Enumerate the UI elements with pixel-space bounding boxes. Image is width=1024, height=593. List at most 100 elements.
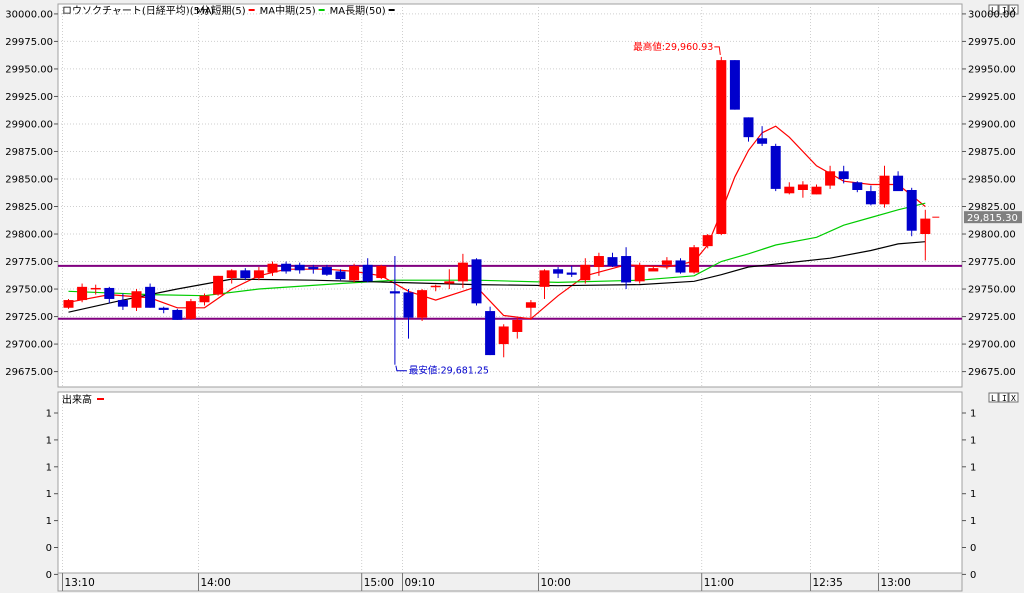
candle-body — [104, 287, 115, 299]
volume-tick-label-right: 1 — [970, 435, 976, 446]
candle-body — [417, 290, 428, 318]
y-tick-label-right: 29875.00 — [968, 147, 1016, 158]
candle-body — [172, 309, 183, 320]
y-tick-label-left: 29850.00 — [5, 174, 53, 185]
candle-body — [226, 270, 237, 279]
y-tick-label-left: 29825.00 — [5, 202, 53, 213]
x-tick-label: 09:10 — [405, 577, 435, 589]
candle-body — [131, 291, 142, 308]
volume-tick-label-left: 1 — [46, 489, 52, 500]
volume-tick-label-right: 1 — [970, 462, 976, 473]
y-tick-label-left: 29800.00 — [5, 230, 53, 241]
candle — [906, 187, 917, 237]
y-tick-label-right: 29900.00 — [968, 119, 1016, 130]
low-annotation-label: 最安値:29,681.25 — [409, 365, 489, 377]
candle-body — [729, 60, 740, 110]
candle-body — [539, 270, 550, 287]
current-price-label: 29,815.30 — [967, 213, 1018, 224]
y-tick-label-left: 29900.00 — [5, 119, 53, 130]
candle-body — [485, 311, 496, 356]
x-tick-label: 11:00 — [704, 577, 734, 589]
chart-window: ロウソクチャート(日経平均)(5分) MA短期(5) MA中期(25) MA長期(5… — [0, 0, 1024, 593]
candle — [131, 289, 142, 312]
candle-body — [893, 175, 904, 192]
legend-label-1: MA中期(25) — [260, 4, 316, 17]
candle-body — [213, 275, 224, 295]
candle-body — [661, 260, 672, 265]
candle-body — [825, 171, 836, 186]
y-tick-label-right: 29675.00 — [968, 367, 1016, 378]
candle-body — [63, 300, 74, 308]
price-plot-area[interactable] — [57, 3, 963, 388]
candle-body — [471, 259, 482, 304]
y-tick-label-left: 29700.00 — [5, 340, 53, 351]
candle-body — [389, 291, 400, 294]
y-tick-label-right: 29725.00 — [968, 312, 1016, 323]
volume-tick-label-left: 1 — [46, 462, 52, 473]
y-tick-label-left: 29775.00 — [5, 257, 53, 268]
y-tick-label-left: 30000.00 — [5, 9, 53, 20]
volume-tick-label-left: 0 — [46, 543, 52, 554]
candle-body — [757, 138, 768, 144]
candle-body — [920, 218, 931, 235]
volume-tick-label-left: 1 — [46, 435, 52, 446]
candle-body — [498, 326, 509, 345]
candle — [185, 298, 196, 320]
candle-body — [797, 184, 808, 190]
y-tick-label-right: 29975.00 — [968, 37, 1016, 48]
candle-body — [593, 256, 604, 268]
volume-plot-area[interactable] — [57, 391, 963, 574]
candle — [172, 308, 183, 320]
candle-body — [675, 260, 686, 273]
volume-panel-button-l[interactable]: L — [988, 392, 999, 403]
candle-body — [430, 285, 441, 288]
candle-body — [852, 182, 863, 190]
candle-body — [77, 286, 88, 301]
candle-body — [321, 267, 332, 275]
candle-body — [362, 264, 373, 282]
volume-panel-close-button[interactable]: X — [1008, 392, 1019, 403]
x-tick-label: 14:00 — [201, 577, 231, 589]
candle-body — [770, 145, 781, 189]
candle-body — [607, 257, 618, 266]
candle-body — [240, 270, 251, 279]
volume-title: 出来高 — [62, 393, 92, 406]
candle — [471, 258, 482, 306]
candle-body — [838, 171, 849, 179]
y-tick-label-right: 29850.00 — [968, 174, 1016, 185]
volume-tick-label-right: 1 — [970, 516, 976, 527]
y-tick-label-left: 29875.00 — [5, 147, 53, 158]
candle — [213, 275, 224, 296]
y-tick-label-right: 29750.00 — [968, 285, 1016, 296]
y-tick-label-left: 29725.00 — [5, 312, 53, 323]
candle-body — [457, 262, 468, 282]
volume-tick-label-right: 0 — [970, 543, 976, 554]
volume-panel-button-i[interactable]: I — [998, 392, 1009, 403]
candle-body — [267, 263, 278, 273]
x-tick-label: 13:10 — [65, 577, 95, 589]
chart-legend: MA短期(5) MA中期(25) MA長期(50) — [196, 4, 395, 17]
candle-body — [376, 265, 387, 279]
candle-body — [553, 269, 564, 274]
candle — [485, 306, 496, 356]
y-tick-label-right: 29925.00 — [968, 92, 1016, 103]
svg-text:L: L — [991, 394, 996, 403]
y-tick-label-left: 29950.00 — [5, 64, 53, 75]
candle-body — [743, 117, 754, 138]
candle-body — [335, 271, 346, 280]
y-tick-label-left: 29975.00 — [5, 37, 53, 48]
candle-body — [525, 302, 536, 308]
candle — [145, 283, 156, 308]
volume-tick-label-left: 1 — [46, 516, 52, 527]
y-tick-label-left: 29925.00 — [5, 92, 53, 103]
candle-body — [403, 292, 414, 318]
candle-body — [117, 300, 128, 307]
y-tick-label-right: 29800.00 — [968, 230, 1016, 241]
y-tick-label-left: 29750.00 — [5, 285, 53, 296]
volume-tick-label-left: 0 — [46, 570, 52, 581]
candle-body — [158, 307, 169, 310]
candle — [716, 56, 727, 236]
volume-tick-label-right: 1 — [970, 409, 976, 420]
candle-body — [784, 186, 795, 194]
candle-body — [566, 272, 577, 275]
